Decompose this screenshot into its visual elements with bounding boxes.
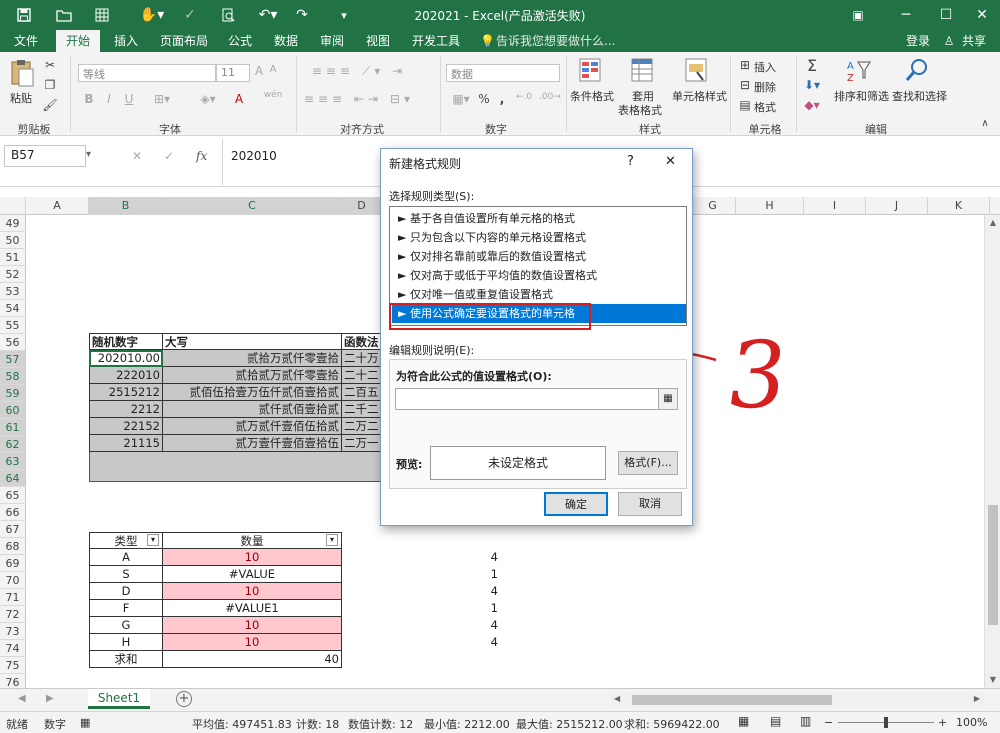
dialog-title: 新建格式规则 <box>389 157 462 171</box>
collapse-dialog-icon[interactable]: ▦ <box>658 388 678 410</box>
format-button[interactable]: 格式(F)... <box>618 451 678 475</box>
status-average: 平均值: 497451.83 <box>192 718 292 731</box>
rule-type-item[interactable]: ► 仅对唯一值或重复值设置格式 <box>392 285 686 304</box>
zoom-slider-thumb[interactable] <box>884 717 888 728</box>
status-max: 最大值: 2515212.00 <box>516 718 623 731</box>
formula-input[interactable] <box>395 388 659 410</box>
zoom-slider[interactable] <box>838 717 934 728</box>
sheet-nav-next-icon[interactable]: ▶ <box>46 693 54 704</box>
edit-desc-label: 编辑规则说明(E): <box>389 344 475 357</box>
page-layout-view-icon[interactable]: ▤ <box>770 714 781 728</box>
formula-label: 为符合此公式的值设置格式(O): <box>396 370 552 383</box>
status-ready: 就绪 <box>6 718 28 731</box>
zoom-out-icon[interactable]: − <box>824 716 833 729</box>
rule-type-item[interactable]: ► 仅对高于或低于平均值的数值设置格式 <box>392 266 686 285</box>
page-break-view-icon[interactable]: ▥ <box>800 714 811 728</box>
status-mode: 数字 <box>44 718 66 731</box>
scroll-right-icon[interactable]: ▶ <box>974 694 980 703</box>
rule-type-item[interactable]: ► 仅对排名靠前或靠后的数值设置格式 <box>392 247 686 266</box>
status-min: 最小值: 2212.00 <box>424 718 510 731</box>
edit-desc-panel: 为符合此公式的值设置格式(O): ▦ 预览: 未设定格式 格式(F)... <box>389 359 687 489</box>
scroll-left-icon[interactable]: ◀ <box>614 694 620 703</box>
sheet-tab-sheet1[interactable]: Sheet1 <box>88 689 150 709</box>
sheet-nav-prev-icon[interactable]: ◀ <box>18 693 26 704</box>
dialog-help-button[interactable]: ? <box>627 154 634 169</box>
status-count: 计数: 18 <box>296 718 340 731</box>
status-bar: 就绪 数字 ▦ 平均值: 497451.83 计数: 18 数值计数: 12 最… <box>0 711 1000 733</box>
rule-type-item[interactable]: ► 基于各自值设置所有单元格的格式 <box>392 209 686 228</box>
red-highlight-box <box>389 303 591 330</box>
zoom-in-icon[interactable]: + <box>938 716 947 729</box>
preview-box: 未设定格式 <box>430 446 606 480</box>
zoom-level[interactable]: 100% <box>956 716 987 729</box>
cancel-button[interactable]: 取消 <box>618 492 682 516</box>
status-numeric-count: 数值计数: 12 <box>348 718 414 731</box>
ok-button[interactable]: 确定 <box>544 492 608 516</box>
horizontal-scrollbar[interactable]: ◀ ▶ <box>612 692 984 708</box>
status-sum: 求和: 5969422.00 <box>624 718 720 731</box>
sheet-tab-bar: ◀ ▶ Sheet1 + ◀ ▶ <box>0 688 1000 711</box>
new-format-rule-dialog: 新建格式规则 ? ✕ 选择规则类型(S): ► 基于各自值设置所有单元格的格式 … <box>380 148 693 526</box>
rule-type-item[interactable]: ► 只为包含以下内容的单元格设置格式 <box>392 228 686 247</box>
preview-label: 预览: <box>396 458 423 471</box>
add-sheet-button[interactable]: + <box>176 691 192 707</box>
horizontal-scroll-thumb[interactable] <box>632 695 832 705</box>
rule-type-label: 选择规则类型(S): <box>389 190 475 203</box>
dialog-close-button[interactable]: ✕ <box>665 154 676 169</box>
normal-view-icon[interactable]: ▦ <box>738 714 749 728</box>
macro-record-icon[interactable]: ▦ <box>80 716 90 729</box>
